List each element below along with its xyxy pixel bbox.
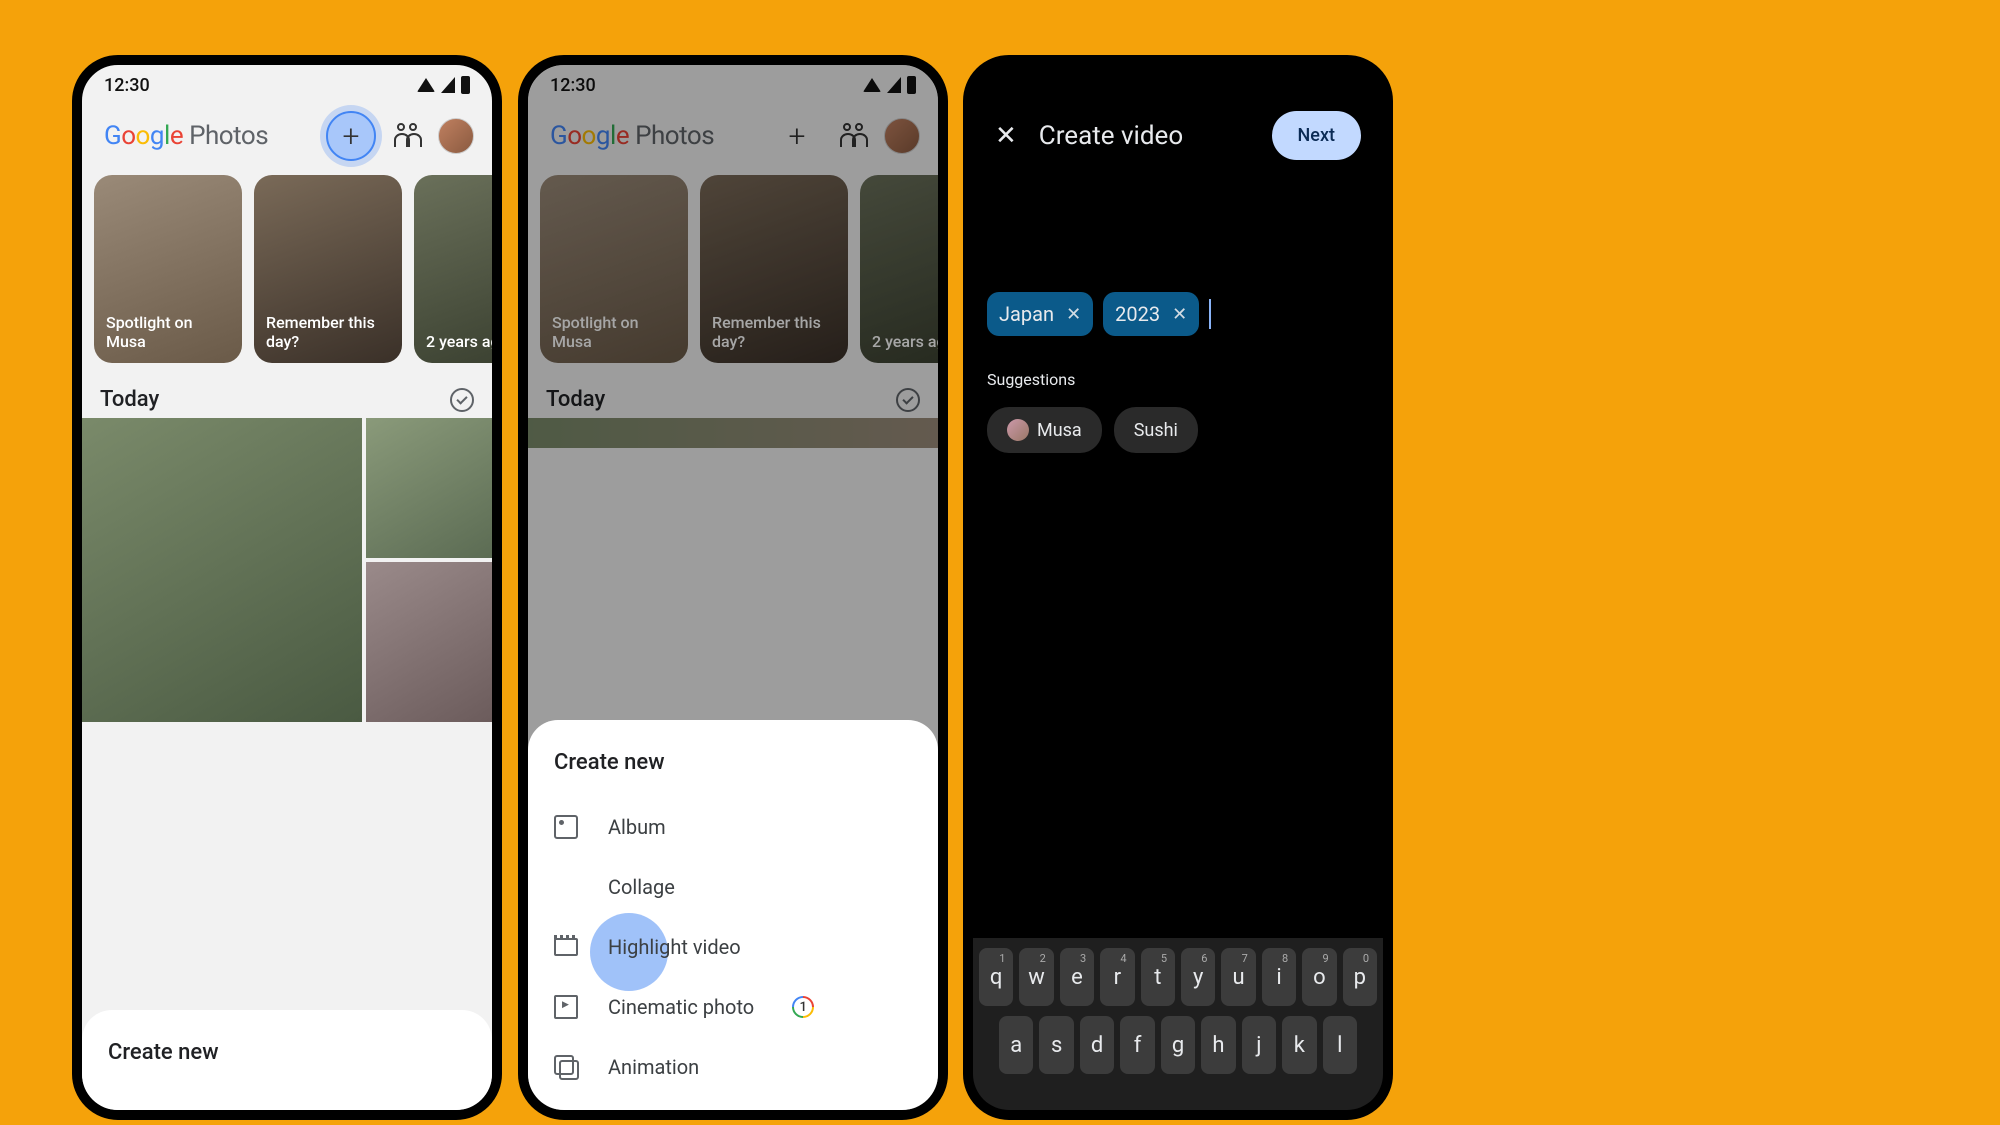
status-bar: 12:30 [82, 65, 492, 101]
album-icon [554, 815, 578, 839]
key-d[interactable]: d [1080, 1016, 1114, 1074]
memory-card[interactable]: Spotlight on Musa [94, 175, 242, 363]
status-time: 12:30 [104, 75, 150, 96]
create-button[interactable]: + [326, 111, 376, 161]
wifi-icon [417, 78, 435, 92]
key-g[interactable]: g [1161, 1016, 1195, 1074]
key-t[interactable]: t5 [1141, 948, 1175, 1006]
key-q[interactable]: q1 [979, 948, 1013, 1006]
google-photos-logo: Google Photos [104, 121, 268, 151]
close-icon[interactable]: ✕ [995, 121, 1017, 151]
sheet-item-highlight-video[interactable]: Highlight video [554, 917, 912, 977]
chip-remove-icon[interactable]: ✕ [1172, 304, 1187, 325]
app-header: Google Photos + [82, 101, 492, 175]
key-r[interactable]: r4 [1100, 948, 1134, 1006]
chip-remove-icon[interactable]: ✕ [1066, 304, 1081, 325]
key-u[interactable]: u7 [1221, 948, 1255, 1006]
key-y[interactable]: y6 [1181, 948, 1215, 1006]
cinematic-icon [554, 995, 578, 1019]
section-title: Today [100, 387, 159, 412]
movie-icon [554, 938, 578, 956]
status-icons [417, 76, 470, 94]
create-video-topbar: ✕ Create video Next [973, 65, 1383, 172]
suggestion-chip[interactable]: Musa [987, 407, 1102, 453]
key-j[interactable]: j [1242, 1016, 1276, 1074]
sheet-item-animation[interactable]: Animation [554, 1037, 912, 1097]
photo-thumbnail[interactable] [366, 418, 502, 558]
sheet-item-album[interactable]: Album [554, 797, 912, 857]
memories-carousel[interactable]: Spotlight on Musa Remember this day? 2 y… [82, 175, 492, 377]
photo-thumbnail[interactable] [82, 418, 362, 722]
photo-grid [82, 418, 492, 722]
key-k[interactable]: k [1282, 1016, 1316, 1074]
next-button[interactable]: Next [1272, 111, 1361, 160]
key-l[interactable]: l [1323, 1016, 1357, 1074]
suggestion-chip[interactable]: Sushi [1114, 407, 1198, 453]
text-cursor [1209, 299, 1211, 329]
section-header-today: Today [82, 377, 492, 418]
key-w[interactable]: w2 [1019, 948, 1053, 1006]
sharing-icon[interactable] [394, 125, 420, 147]
create-sheet: Create new Album Collage Highlight video… [528, 720, 938, 1110]
keyboard-row-1: q1w2e3r4t5y6u7i8o9p0 [979, 948, 1377, 1006]
photo-thumbnail[interactable] [366, 562, 502, 722]
face-avatar-icon [1007, 419, 1029, 441]
key-o[interactable]: o9 [1302, 948, 1336, 1006]
memory-card[interactable]: 2 years ago [414, 175, 492, 363]
animation-icon [554, 1055, 578, 1079]
key-f[interactable]: f [1120, 1016, 1154, 1074]
key-e[interactable]: e3 [1060, 948, 1094, 1006]
key-a[interactable]: a [999, 1016, 1033, 1074]
key-p[interactable]: p0 [1343, 948, 1377, 1006]
sheet-title: Create new [554, 750, 912, 775]
sheet-title: Create new [108, 1040, 466, 1065]
new-badge [792, 996, 814, 1018]
search-chip[interactable]: Japan✕ [987, 292, 1093, 336]
key-i[interactable]: i8 [1262, 948, 1296, 1006]
suggestions-heading: Suggestions [973, 344, 1383, 401]
select-all-icon[interactable] [450, 388, 474, 412]
search-chip-input[interactable]: Japan✕ 2023✕ [973, 172, 1383, 344]
signal-icon [441, 77, 455, 93]
on-screen-keyboard: q1w2e3r4t5y6u7i8o9p0 asdfghjkl [973, 938, 1383, 1110]
page-title: Create video [1039, 121, 1183, 151]
sheet-item-collage[interactable]: Collage [554, 857, 912, 917]
key-s[interactable]: s [1039, 1016, 1073, 1074]
keyboard-row-2: asdfghjkl [979, 1016, 1377, 1074]
memory-card[interactable]: Remember this day? [254, 175, 402, 363]
phone-1: 12:30 Google Photos + Spotlight on Musa … [72, 55, 502, 1120]
search-chip[interactable]: 2023✕ [1103, 292, 1199, 336]
photos-label: Photos [189, 121, 268, 151]
collage-icon [554, 875, 578, 899]
battery-icon [461, 76, 470, 94]
sheet-item-cinematic-photo[interactable]: Cinematic photo [554, 977, 912, 1037]
phone-3: ✕ Create video Next Japan✕ 2023✕ Suggest… [963, 55, 1393, 1120]
key-h[interactable]: h [1201, 1016, 1235, 1074]
create-sheet-peek[interactable]: Create new [82, 1010, 492, 1110]
suggestions-row: Musa Sushi [973, 401, 1383, 459]
account-avatar[interactable] [438, 118, 474, 154]
phone-2: 12:30 Google Photos + Spotlight on Musa … [518, 55, 948, 1120]
